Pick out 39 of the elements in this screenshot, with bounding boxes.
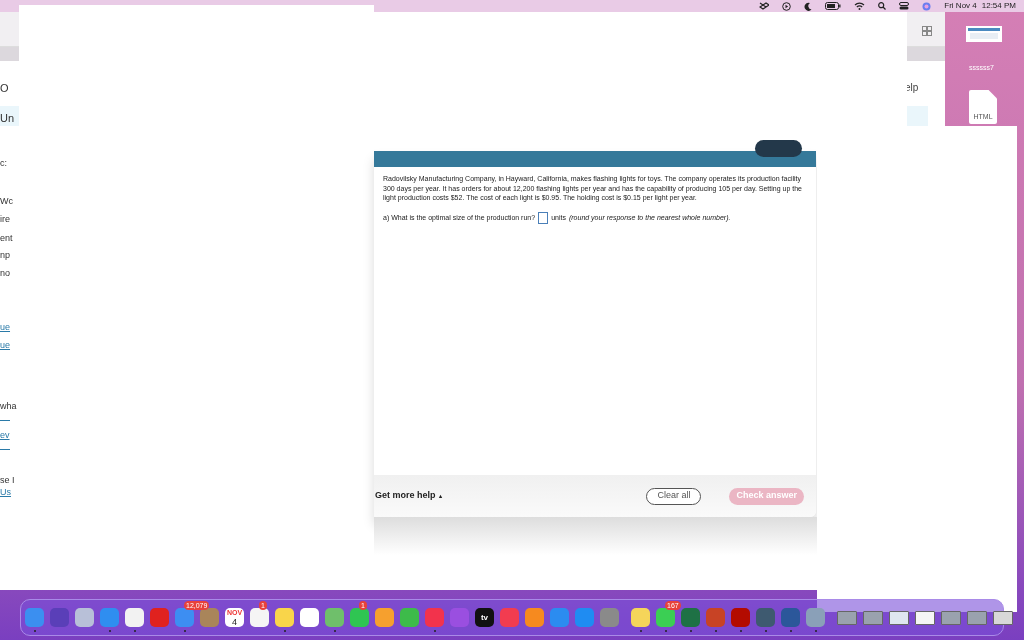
wifi-icon — [854, 2, 866, 10]
app-icon[interactable] — [400, 608, 419, 627]
play-icon — [782, 1, 792, 11]
app-icon[interactable] — [275, 608, 294, 627]
app-icon[interactable] — [350, 608, 369, 627]
text-fragment: np — [0, 251, 10, 260]
link-fragment[interactable]: Us — [0, 488, 11, 497]
search-icon — [878, 2, 887, 10]
link-fragment[interactable]: ue — [0, 323, 10, 332]
app-icon[interactable] — [631, 608, 650, 627]
app-icon[interactable] — [325, 608, 344, 627]
text-fragment: wha — [0, 402, 17, 411]
text-fragment: Un — [0, 113, 15, 124]
link-fragment[interactable]: ue — [0, 341, 10, 350]
text-fragment: ire — [0, 215, 10, 224]
text-fragment: Wc — [0, 197, 13, 206]
clear-button[interactable]: Clear all — [646, 487, 702, 505]
grid-icon — [922, 26, 932, 36]
pill-button[interactable] — [755, 140, 802, 157]
screenshot-thumbnail-icon — [966, 26, 1002, 42]
menu-bar-time: 12:54 PM — [981, 2, 1016, 10]
app-icon[interactable] — [300, 608, 319, 627]
app-icon[interactable] — [525, 608, 544, 627]
text-fragment: ent — [0, 234, 13, 243]
moon-icon — [804, 1, 813, 11]
text-fragment: se I — [0, 476, 15, 485]
app-icon[interactable] — [375, 608, 394, 627]
app-icon[interactable] — [75, 608, 94, 627]
text-fragment: no — [0, 269, 10, 278]
answer-box[interactable] — [538, 211, 549, 224]
app-icon[interactable]: tv — [475, 608, 494, 627]
app-icon[interactable] — [250, 608, 269, 627]
app-icon[interactable] — [656, 608, 675, 627]
text-fragment: O — [0, 83, 9, 94]
battery-icon — [825, 2, 842, 10]
link-fragment[interactable]: ev — [0, 431, 10, 440]
text-fragment: c: — [0, 159, 7, 168]
menu-bar-date: Fri Nov 4 — [944, 2, 977, 10]
app-icon[interactable] — [125, 608, 144, 627]
